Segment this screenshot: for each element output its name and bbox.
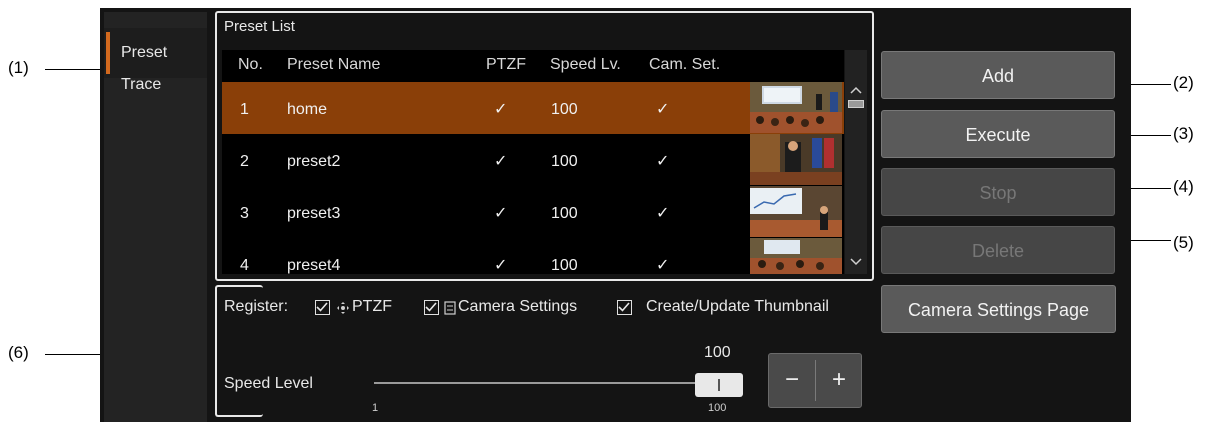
tab-preset-label: Preset <box>121 44 168 61</box>
ptzf-label: PTZF <box>352 298 392 315</box>
preset-list-title: Preset List <box>224 18 295 35</box>
callout-6: (6) <box>8 343 29 362</box>
chevron-up-icon[interactable] <box>850 86 862 94</box>
header-preset-name: Preset Name <box>287 56 381 73</box>
camera-settings-page-button[interactable]: Camera Settings Page <box>881 285 1116 333</box>
row-no: 1 <box>240 101 249 118</box>
row-no: 2 <box>240 153 249 170</box>
header-ptzf: PTZF <box>486 56 526 73</box>
speed-decrease-button[interactable]: − <box>769 354 815 407</box>
row-speed: 100 <box>551 153 578 170</box>
thumbnail-checkbox[interactable] <box>617 300 632 315</box>
row-camset: ✓ <box>656 205 670 222</box>
header-cam-set: Cam. Set. <box>649 56 721 73</box>
speed-min-label: 1 <box>372 402 379 414</box>
row-ptzf: ✓ <box>494 257 508 274</box>
row-speed: 100 <box>551 257 578 274</box>
header-no: No. <box>238 56 263 73</box>
speed-slider-thumb[interactable] <box>695 373 743 397</box>
execute-button[interactable]: Execute <box>881 110 1115 158</box>
stop-button[interactable]: Stop <box>881 168 1115 216</box>
delete-button[interactable]: Delete <box>881 226 1115 274</box>
tab-trace-label: Trace <box>121 76 162 93</box>
thumbnail-image <box>750 82 842 133</box>
speed-level-label: Speed Level <box>224 375 313 392</box>
row-ptzf: ✓ <box>494 153 508 170</box>
register-label: Register: <box>224 298 289 315</box>
row-name: preset2 <box>287 153 341 170</box>
row-no: 3 <box>240 205 249 222</box>
row-speed: 100 <box>551 205 578 222</box>
callout-3: (3) <box>1173 124 1194 143</box>
preset-list-scrollbar[interactable] <box>845 50 867 274</box>
add-button[interactable]: Add <box>881 51 1115 99</box>
row-camset: ✓ <box>656 257 670 274</box>
thumbnail-image <box>750 186 842 237</box>
speed-slider-track[interactable] <box>374 382 724 384</box>
row-ptzf: ✓ <box>494 205 508 222</box>
row-camset: ✓ <box>656 153 670 170</box>
camera-settings-label: Camera Settings <box>458 298 578 315</box>
ptzf-icon <box>337 302 349 314</box>
row-camset: ✓ <box>656 101 670 118</box>
camera-settings-checkbox[interactable] <box>424 300 439 315</box>
callout-4: (4) <box>1173 177 1194 196</box>
callout-5: (5) <box>1173 233 1194 252</box>
thumbnail-image <box>750 238 842 274</box>
row-speed: 100 <box>551 101 578 118</box>
speed-max-label: 100 <box>708 402 727 414</box>
speed-increase-button[interactable]: + <box>816 354 862 407</box>
row-name: preset4 <box>287 257 341 274</box>
chevron-down-icon[interactable] <box>850 258 862 266</box>
row-no: 4 <box>240 257 249 274</box>
tab-trace[interactable]: Trace <box>104 60 207 110</box>
row-ptzf: ✓ <box>494 101 508 118</box>
ptzf-checkbox[interactable] <box>315 300 330 315</box>
header-speed: Speed Lv. <box>550 56 621 73</box>
row-name: preset3 <box>287 205 341 222</box>
callout-2: (2) <box>1173 73 1194 92</box>
thumbnail-image <box>750 134 842 185</box>
thumbnail-label: Create/Update Thumbnail <box>646 298 829 315</box>
camera-settings-icon <box>444 301 456 315</box>
slider-thumb-grip <box>718 379 720 391</box>
callout-1: (1) <box>8 58 29 77</box>
speed-stepper: − + <box>768 353 862 408</box>
scrollbar-thumb[interactable] <box>848 100 864 108</box>
row-name: home <box>287 101 328 118</box>
speed-value: 100 <box>704 344 731 361</box>
sidebar: Preset Trace <box>104 12 207 422</box>
